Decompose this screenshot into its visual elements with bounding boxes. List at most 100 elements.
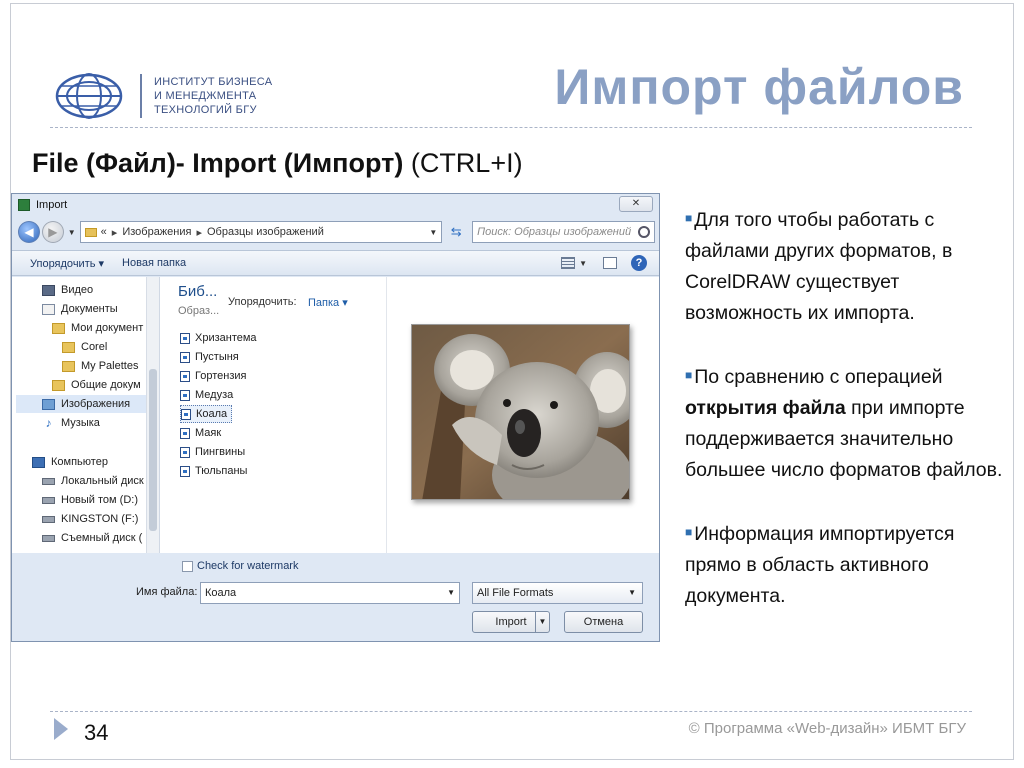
navigation-scrollbar[interactable]: [146, 277, 159, 553]
nav-item-my-palettes[interactable]: My Palettes: [62, 357, 138, 375]
folder-icon: [62, 341, 75, 353]
search-box[interactable]: Поиск: Образцы изображений: [472, 221, 656, 243]
nav-item-local-disk[interactable]: Локальный диск: [42, 472, 144, 490]
file-name: Хризантема: [195, 332, 257, 344]
bullet-list: ■ Для того чтобы работать с файлами други…: [685, 203, 1005, 643]
drive-icon: [42, 515, 55, 523]
dialog-titlebar: Import: [12, 194, 659, 216]
filename-label: Имя файла:: [136, 586, 198, 598]
watermark-label[interactable]: Check for watermark: [197, 560, 298, 572]
subtitle-menu-path: File (Файл)- Import (Импорт): [32, 148, 404, 178]
nav-item-my-documents[interactable]: Мои документ: [52, 319, 143, 337]
nav-item-removable-disk[interactable]: Съемный диск (: [42, 529, 142, 547]
bullet-bold-text: открытия файла: [685, 397, 846, 419]
file-item[interactable]: Тюльпаны: [180, 462, 247, 480]
back-button[interactable]: ◀: [18, 221, 40, 243]
file-item[interactable]: Хризантема: [180, 329, 257, 347]
forward-button[interactable]: ▶: [41, 221, 64, 243]
search-input[interactable]: Поиск: Образцы изображений: [477, 226, 638, 238]
breadcrumb-separator-icon: ▸: [111, 226, 118, 239]
file-item[interactable]: Пингвины: [180, 443, 245, 461]
file-item[interactable]: Медуза: [180, 386, 233, 404]
bullet-item-3: ■ Информация импортируется прямо в област…: [685, 517, 1005, 612]
chevron-down-icon[interactable]: ▼: [425, 228, 441, 237]
nav-item-label: Corel: [81, 341, 108, 353]
search-icon[interactable]: [638, 226, 651, 238]
image-file-icon: [180, 427, 190, 439]
file-item[interactable]: Пустыня: [180, 348, 239, 366]
command-toolbar: Упорядочить ▾ Новая папка ▼ ?: [12, 250, 659, 276]
image-file-icon: [180, 351, 190, 363]
nav-item-kingston[interactable]: KINGSTON (F:): [42, 510, 138, 528]
logo-text: ИНСТИТУТ БИЗНЕСА И МЕНЕДЖМЕНТА ТЕХНОЛОГИ…: [154, 75, 272, 117]
image-file-icon: [180, 465, 190, 477]
nav-item-documents[interactable]: Документы: [42, 300, 118, 318]
nav-item-label: Локальный диск: [61, 475, 144, 487]
filename-value[interactable]: Коала: [205, 587, 236, 599]
file-item[interactable]: Гортензия: [180, 367, 246, 385]
organize-button[interactable]: Упорядочить ▾: [30, 257, 104, 270]
nav-item-label: My Palettes: [81, 360, 139, 372]
title-divider: [50, 127, 972, 128]
close-button[interactable]: ✕: [619, 196, 653, 212]
watermark-checkbox[interactable]: [182, 560, 193, 572]
new-folder-button[interactable]: Новая папка: [122, 257, 186, 269]
file-name: Пингвины: [195, 446, 246, 458]
bullet-item-2: ■ По сравнению с операцией открытия файла…: [685, 360, 1005, 486]
file-item-selected[interactable]: Коала: [180, 405, 233, 423]
subtitle-shortcut: (CTRL+I): [403, 148, 523, 178]
chevron-down-icon[interactable]: ▼: [447, 583, 455, 603]
watermark-option[interactable]: Check for watermark: [182, 560, 298, 572]
toolbar-right-group: ▼ ?: [561, 255, 659, 271]
preview-pane-icon[interactable]: [603, 257, 617, 269]
bullet-marker-icon: ■: [685, 211, 693, 225]
footer-divider: [50, 711, 972, 712]
organize-label: Упорядочить: [30, 257, 96, 270]
help-icon[interactable]: ?: [631, 255, 647, 271]
nav-item-pictures[interactable]: Изображения: [16, 395, 146, 413]
nav-item-corel[interactable]: Corel: [62, 338, 107, 356]
koala-preview-image: [411, 324, 630, 500]
slide-subtitle: File (Файл)- Import (Импорт) (CTRL+I): [32, 148, 523, 179]
nav-item-label: Документы: [61, 303, 118, 315]
pictures-icon: [42, 398, 55, 410]
coreldraw-app-icon: [18, 199, 30, 211]
breadcrumb-separator-icon: ▸: [196, 226, 202, 239]
import-button-label: Import: [495, 616, 527, 628]
view-options-icon[interactable]: [561, 257, 576, 269]
filename-input[interactable]: Коала ▼: [200, 582, 460, 604]
nav-item-volume-d[interactable]: Новый том (D:): [42, 491, 138, 509]
library-subtitle: Образ...: [178, 305, 220, 317]
address-overflow[interactable]: «: [101, 226, 107, 238]
nav-item-computer[interactable]: Компьютер: [32, 453, 108, 471]
nav-item-label: Компьютер: [51, 456, 108, 468]
view-dropdown-icon[interactable]: ▼: [579, 259, 587, 268]
nav-item-video[interactable]: Видео: [42, 281, 93, 299]
breadcrumb-pictures[interactable]: Изображения: [122, 226, 191, 238]
file-item[interactable]: Маяк: [180, 424, 221, 442]
nav-item-label: Общие докум: [71, 379, 141, 391]
scrollbar-thumb[interactable]: [149, 369, 157, 531]
breadcrumb-sample-pictures[interactable]: Образцы изображений: [207, 226, 324, 238]
import-button[interactable]: Import ▼: [472, 611, 550, 633]
drive-icon: [42, 496, 55, 504]
arrow-right-icon: ▶: [48, 225, 58, 239]
import-options-dropdown-icon[interactable]: ▼: [535, 612, 549, 632]
file-format-select[interactable]: All File Formats ▼: [472, 582, 643, 604]
preview-pane: [386, 277, 659, 553]
address-bar[interactable]: « ▸ Изображения ▸ Образцы изображений ▼: [79, 221, 443, 243]
file-name: Коала: [196, 408, 228, 420]
nav-item-label: Мои документ: [71, 322, 144, 334]
history-dropdown-icon[interactable]: ▼: [68, 228, 76, 237]
nav-item-music[interactable]: ♪ Музыка: [42, 414, 100, 432]
nav-item-label: Съемный диск (: [61, 532, 143, 544]
chevron-down-icon[interactable]: ▼: [628, 583, 636, 603]
file-name: Пустыня: [195, 351, 239, 363]
bullet-text: По сравнению с операцией: [694, 366, 943, 388]
cancel-button[interactable]: Отмена: [564, 611, 643, 633]
arrange-by-value: Папка: [308, 297, 340, 309]
refresh-button[interactable]: ⇆: [446, 222, 466, 242]
arrange-by-dropdown[interactable]: Папка ▾: [308, 296, 348, 309]
nav-item-shared-documents[interactable]: Общие докум: [52, 376, 141, 394]
logo-line-3: ТЕХНОЛОГИЙ БГУ: [154, 104, 257, 116]
